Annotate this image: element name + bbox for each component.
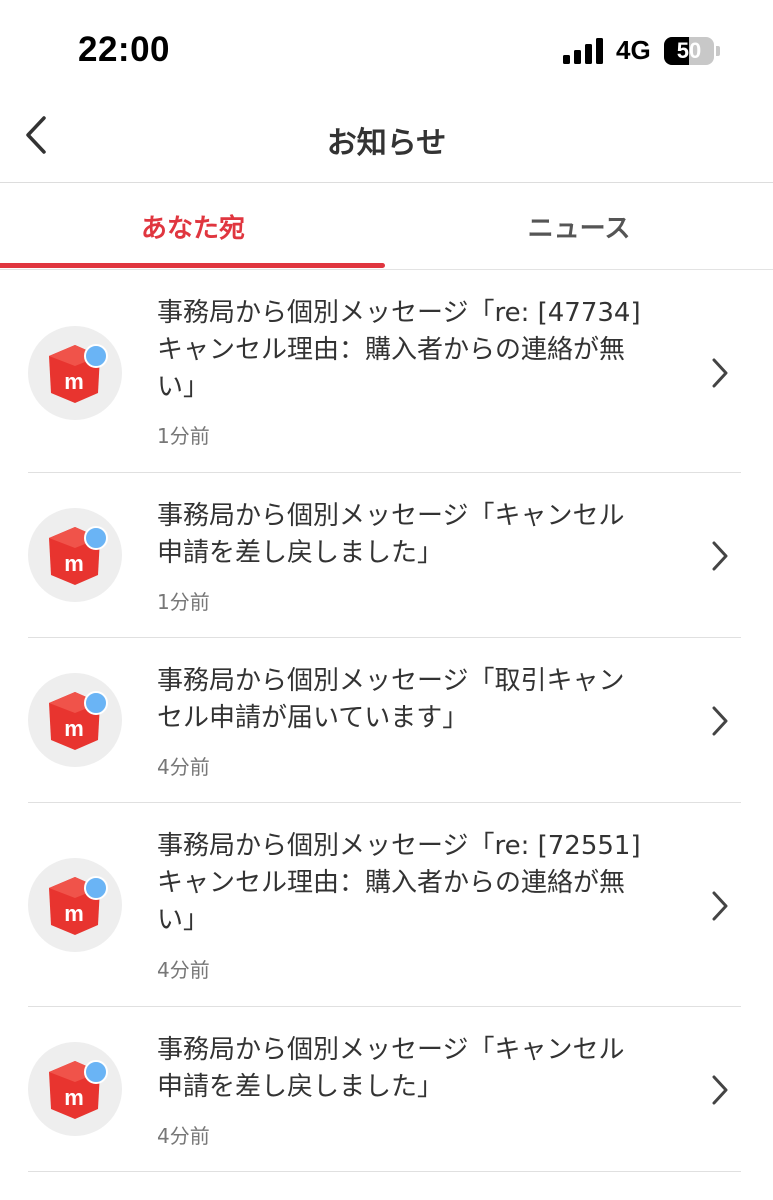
avatar: m — [28, 326, 122, 420]
mercari-logo-icon: m — [49, 876, 108, 935]
mercari-logo-icon: m — [49, 691, 108, 750]
mercari-logo-icon: m — [49, 1060, 108, 1119]
navigation-bar: お知らせ — [0, 100, 773, 183]
notification-time: 1分前 — [157, 424, 210, 448]
chevron-right-icon — [712, 541, 728, 571]
battery-icon: 50 — [664, 37, 714, 65]
chevron-right-icon — [712, 891, 728, 921]
page-title: お知らせ — [326, 126, 447, 161]
signal-icon — [563, 38, 603, 64]
network-label: 4G — [616, 35, 651, 65]
avatar: m — [28, 673, 122, 767]
svg-text:m: m — [64, 1085, 84, 1110]
notification-message: 事務局から個別メッセージ「re: [72551] キャンセル理由：購入者からの連… — [157, 831, 641, 935]
tab-for-you[interactable]: あなた宛 — [0, 183, 386, 269]
chevron-right-icon — [712, 358, 728, 388]
notification-message: 事務局から個別メッセージ「re: [47734] キャンセル理由：購入者からの連… — [157, 298, 641, 402]
chevron-right-icon — [712, 1075, 728, 1105]
active-tab-indicator — [0, 263, 385, 268]
notification-time: 4分前 — [157, 1124, 210, 1148]
notification-message: 事務局から個別メッセージ「取引キャン セル申請が届いています」 — [157, 666, 625, 733]
notification-time: 1分前 — [157, 590, 210, 614]
svg-text:m: m — [64, 901, 84, 926]
status-bar: 22:00 4G 50 — [0, 0, 773, 100]
tab-news[interactable]: ニュース — [386, 183, 772, 269]
notification-item[interactable]: m 事務局から個別メッセージ「re: [72551] キャンセル理由：購入者から… — [0, 803, 773, 1007]
notification-item[interactable]: m 事務局から個別メッセージ「取引キャン セル申請が届いています」 4分前 — [0, 638, 773, 803]
battery-cap — [716, 46, 720, 56]
notification-time: 4分前 — [157, 958, 210, 982]
battery-percent: 50 — [676, 38, 702, 63]
svg-text:m: m — [64, 551, 84, 576]
status-time: 22:00 — [78, 30, 171, 69]
chevron-right-icon — [712, 706, 728, 736]
avatar: m — [28, 1042, 122, 1136]
tab-bar: あなた宛 ニュース — [0, 183, 773, 270]
notification-item[interactable]: m 事務局から個別メッセージ「キャンセル 申請を差し戻しました」 1分前 — [0, 473, 773, 638]
avatar: m — [28, 508, 122, 602]
svg-text:m: m — [64, 369, 84, 394]
notification-message: 事務局から個別メッセージ「キャンセル 申請を差し戻しました」 — [157, 1035, 625, 1102]
notification-item[interactable]: m 事務局から個別メッセージ「re: [47734] キャンセル理由：購入者から… — [0, 270, 773, 473]
mercari-logo-icon: m — [49, 526, 108, 585]
notification-time: 4分前 — [157, 755, 210, 779]
avatar: m — [28, 858, 122, 952]
notification-message: 事務局から個別メッセージ「キャンセル 申請を差し戻しました」 — [157, 501, 625, 568]
mercari-logo-icon: m — [49, 344, 108, 403]
notification-item[interactable]: m 事務局から個別メッセージ「キャンセル 申請を差し戻しました」 4分前 — [0, 1007, 773, 1172]
svg-text:m: m — [64, 716, 84, 741]
divider — [28, 1171, 741, 1172]
